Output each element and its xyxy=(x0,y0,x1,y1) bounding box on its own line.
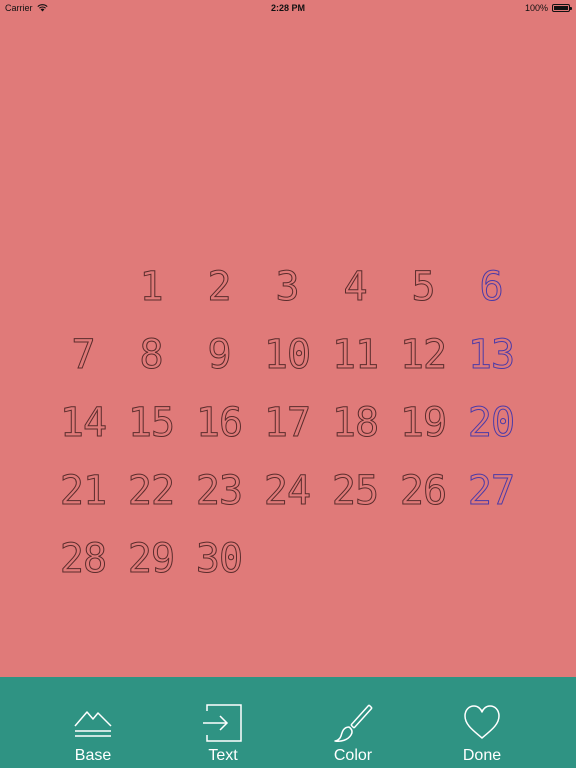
calendar-day: 4 xyxy=(343,264,368,311)
color-button[interactable]: Color xyxy=(293,677,413,768)
base-label: Base xyxy=(74,747,112,764)
calendar-day: 20 xyxy=(467,400,515,447)
calendar-day: 3 xyxy=(275,264,300,311)
calendar-day: 17 xyxy=(263,400,311,447)
calendar-day: 14 xyxy=(59,400,107,447)
calendar-day: 11 xyxy=(331,332,379,379)
calendar-day: 26 xyxy=(399,468,447,515)
calendar-day: 28 xyxy=(59,536,107,583)
color-label: Color xyxy=(333,747,373,764)
calendar-day: 22 xyxy=(127,468,175,515)
calendar-day: 1 xyxy=(139,264,164,311)
calendar-day: 27 xyxy=(467,468,515,515)
text-label: Text xyxy=(208,747,238,764)
calendar-day: 6 xyxy=(479,264,504,311)
calendar-day: 30 xyxy=(195,536,243,583)
paintbrush-icon xyxy=(334,704,373,742)
calendar-day: 5 xyxy=(411,264,436,311)
calendar-day: 15 xyxy=(127,400,175,447)
heart-icon xyxy=(464,705,500,739)
calendar-day: 16 xyxy=(195,400,243,447)
done-button[interactable]: Done xyxy=(422,677,542,768)
text-button[interactable]: Text xyxy=(163,677,283,768)
mountains-icon xyxy=(74,711,112,737)
base-button[interactable]: Base xyxy=(33,677,153,768)
calendar-day: 7 xyxy=(71,332,96,379)
calendar-day: 8 xyxy=(139,332,164,379)
bottom-toolbar: Base Text Color Done xyxy=(0,677,576,768)
calendar-day: 29 xyxy=(127,536,175,583)
calendar-day: 21 xyxy=(59,468,107,515)
calendar-grid: 1 2 3 4 5 6 7 8 9 10 11 12 13 14 15 16 17 18 19 20 21 22 23 24 2… xyxy=(0,0,576,676)
calendar-day: 23 xyxy=(195,468,243,515)
calendar-day: 25 xyxy=(331,468,379,515)
calendar-day: 24 xyxy=(263,468,311,515)
calendar-day: 2 xyxy=(207,264,232,311)
sign-in-icon xyxy=(203,704,242,742)
calendar-day: 13 xyxy=(467,332,515,379)
calendar-day: 18 xyxy=(331,400,379,447)
done-label: Done xyxy=(462,747,502,764)
calendar-day: 9 xyxy=(207,332,232,379)
calendar-day: 19 xyxy=(399,400,447,447)
calendar-day: 10 xyxy=(263,332,311,379)
calendar-day: 12 xyxy=(399,332,447,379)
